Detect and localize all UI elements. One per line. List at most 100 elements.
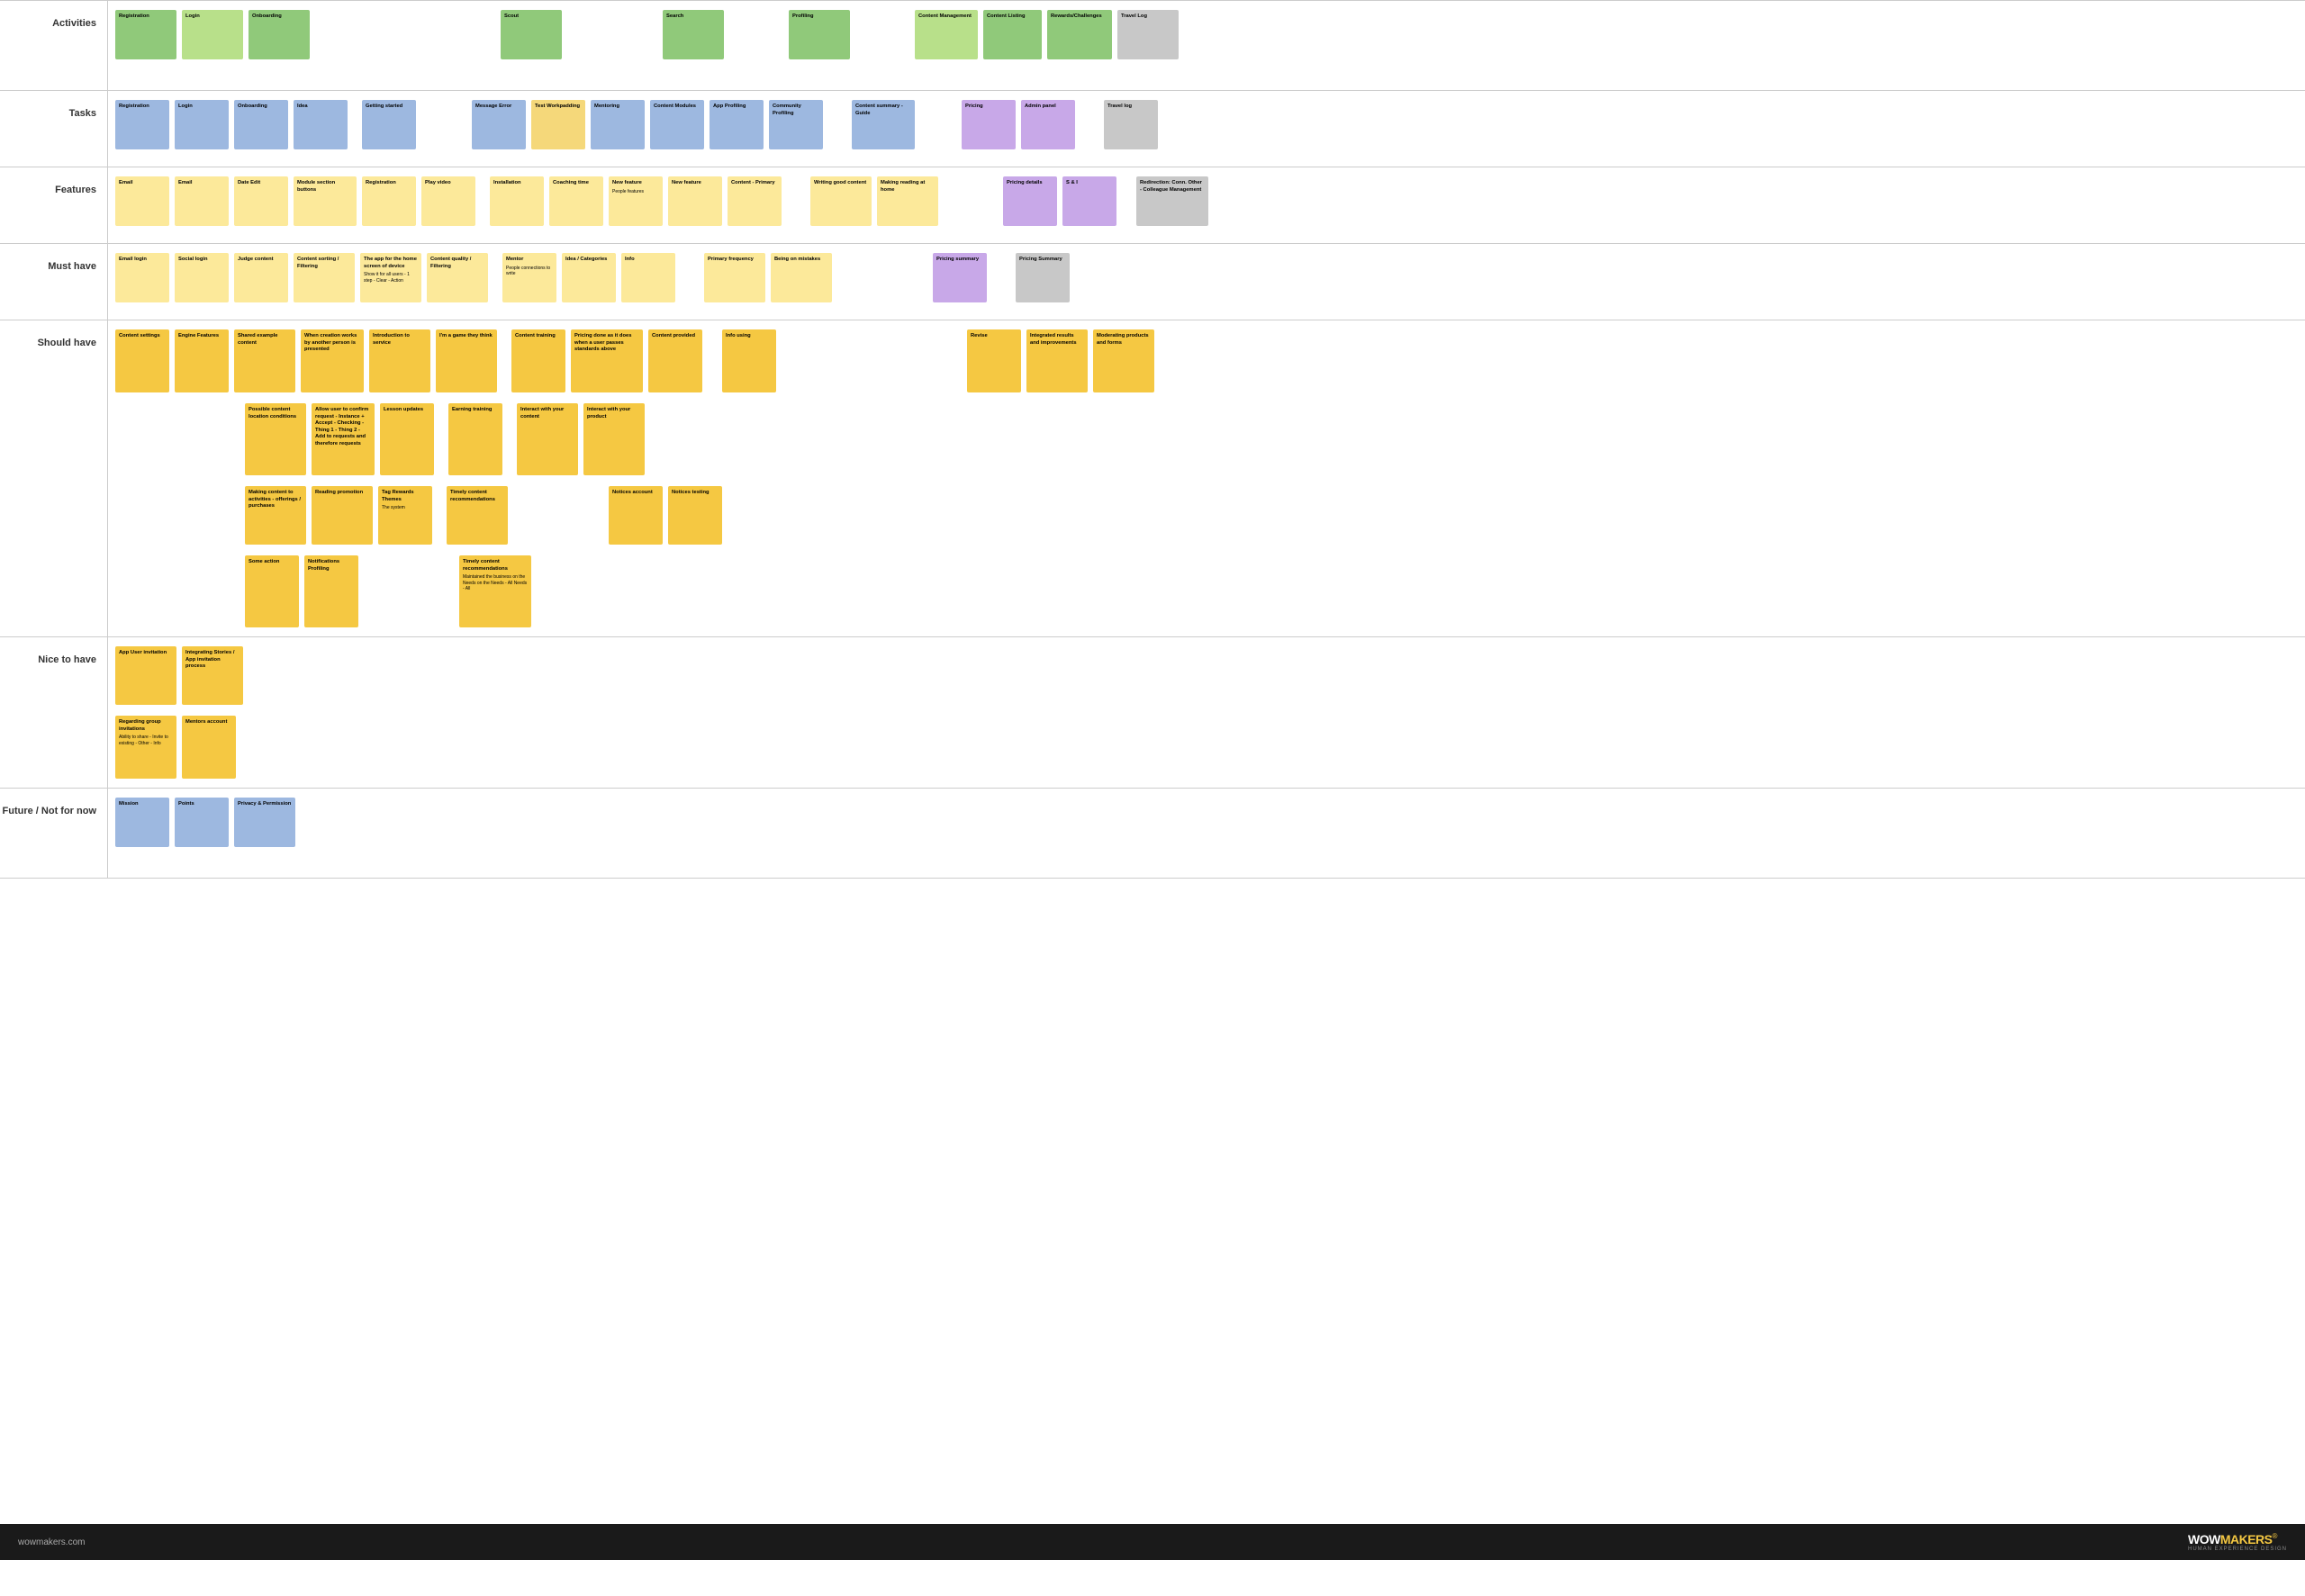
list-item[interactable]: App User invitation — [115, 646, 176, 705]
list-item[interactable]: Scout — [501, 10, 562, 59]
list-item[interactable]: Making reading at home — [877, 176, 938, 226]
row-content-activities: Registration Login Onboarding Scout Sear… — [108, 1, 2305, 90]
list-item[interactable]: When creation works by another person is… — [301, 329, 364, 392]
list-item[interactable]: Shared example content — [234, 329, 295, 392]
list-item[interactable]: Registration — [115, 100, 169, 149]
list-item[interactable]: Writing good content — [810, 176, 872, 226]
list-item[interactable]: Content Listing — [983, 10, 1042, 59]
list-item[interactable]: Content Management — [915, 10, 978, 59]
list-item[interactable]: Allow user to confirm request - Instance… — [312, 403, 375, 475]
list-item[interactable]: Interact with your content — [517, 403, 578, 475]
row-nice-to-have: Nice to have App User invitation Integra… — [0, 637, 2305, 789]
list-item[interactable]: Community Profiling — [769, 100, 823, 149]
row-label-future: Future / Not for now — [0, 789, 108, 878]
list-item[interactable]: Installation — [490, 176, 544, 226]
list-item[interactable]: I'm a game they think — [436, 329, 497, 392]
list-item[interactable]: Info using — [722, 329, 776, 392]
list-item[interactable]: Lesson updates — [380, 403, 434, 475]
list-item[interactable]: Info — [621, 253, 675, 302]
list-item[interactable]: Idea — [294, 100, 348, 149]
list-item[interactable]: Travel Log — [1117, 10, 1179, 59]
row-label-should-have: Should have — [0, 320, 108, 636]
list-item[interactable]: Email — [115, 176, 169, 226]
list-item[interactable]: Onboarding — [249, 10, 310, 59]
list-item[interactable]: Login — [182, 10, 243, 59]
list-item[interactable]: Content summary - Guide — [852, 100, 915, 149]
list-item[interactable]: Reading promotion — [312, 486, 373, 545]
list-item[interactable]: Content quality / Filtering — [427, 253, 488, 302]
list-item[interactable]: The app for the home screen of deviceSho… — [360, 253, 421, 302]
list-item[interactable]: Earning training — [448, 403, 502, 475]
list-item[interactable]: Getting started — [362, 100, 416, 149]
list-item[interactable]: Notices testing — [668, 486, 722, 545]
list-item[interactable]: Integrated results and improvements — [1026, 329, 1088, 392]
list-item[interactable]: Judge content — [234, 253, 288, 302]
list-item[interactable]: Content sorting / Filtering — [294, 253, 355, 302]
list-item[interactable]: Registration — [362, 176, 416, 226]
row-content-features: Email Email Date Edit Module section but… — [108, 167, 2305, 243]
list-item[interactable]: Points — [175, 798, 229, 847]
list-item[interactable]: Test Workpadding — [531, 100, 585, 149]
list-item[interactable]: Timely content recommendations — [447, 486, 508, 545]
list-item[interactable]: Email — [175, 176, 229, 226]
list-item[interactable]: Registration — [115, 10, 176, 59]
list-item[interactable]: Timely content recommendationsMaintained… — [459, 555, 531, 627]
list-item[interactable]: Introduction to service — [369, 329, 430, 392]
list-item[interactable]: Onboarding — [234, 100, 288, 149]
row-content-must-have: Email login Social login Judge content C… — [108, 244, 2305, 320]
row-label-features: Features — [0, 167, 108, 243]
brand-wow: WOW — [2188, 1532, 2220, 1546]
list-item[interactable]: Engine Features — [175, 329, 229, 392]
list-item[interactable]: Being on mistakes — [771, 253, 832, 302]
list-item[interactable]: Admin panel — [1021, 100, 1075, 149]
list-item[interactable]: App Profiling — [710, 100, 764, 149]
list-item[interactable]: Content - Primary — [728, 176, 782, 226]
list-item[interactable]: Pricing Summary — [1016, 253, 1070, 302]
list-item[interactable]: Mission — [115, 798, 169, 847]
list-item[interactable]: Play video — [421, 176, 475, 226]
list-item[interactable]: Email login — [115, 253, 169, 302]
list-item[interactable]: Social login — [175, 253, 229, 302]
list-item[interactable]: Module section buttons — [294, 176, 357, 226]
list-item[interactable]: Mentoring — [591, 100, 645, 149]
list-item[interactable]: Interact with your product — [583, 403, 645, 475]
list-item[interactable]: Integrating Stories / App invitation pro… — [182, 646, 243, 705]
list-item[interactable]: Pricing done as it does when a user pass… — [571, 329, 643, 392]
list-item[interactable]: Content provided — [648, 329, 702, 392]
list-item[interactable]: Notifications Profiling — [304, 555, 358, 627]
list-item[interactable]: Message Error — [472, 100, 526, 149]
list-item[interactable]: Login — [175, 100, 229, 149]
brand-sub: HUMAN EXPERIENCE DESIGN — [2188, 1546, 2287, 1552]
main-container: Activities Registration Login Onboarding… — [0, 0, 2305, 1560]
list-item[interactable]: Travel log — [1104, 100, 1158, 149]
list-item[interactable]: Redirection: Conn. Other - Colleague Man… — [1136, 176, 1208, 226]
list-item[interactable]: Revise — [967, 329, 1021, 392]
row-content-tasks: Registration Login Onboarding Idea Getti… — [108, 91, 2305, 167]
list-item[interactable]: Profiling — [789, 10, 850, 59]
list-item[interactable]: Date Edit — [234, 176, 288, 226]
list-item[interactable]: Moderating products and forms — [1093, 329, 1154, 392]
list-item[interactable]: Content Modules — [650, 100, 704, 149]
list-item[interactable]: Privacy & Permission — [234, 798, 295, 847]
list-item[interactable]: MentorPeople connections to write — [502, 253, 556, 302]
list-item[interactable]: New featurePeople features — [609, 176, 663, 226]
list-item[interactable]: Search — [663, 10, 724, 59]
list-item[interactable]: Some action — [245, 555, 299, 627]
list-item[interactable]: Content training — [511, 329, 565, 392]
list-item[interactable]: Primary frequency — [704, 253, 765, 302]
list-item[interactable]: Content settings — [115, 329, 169, 392]
list-item[interactable]: Pricing — [962, 100, 1016, 149]
list-item[interactable]: Rewards/Challenges — [1047, 10, 1112, 59]
list-item[interactable]: Coaching time — [549, 176, 603, 226]
list-item[interactable]: New feature — [668, 176, 722, 226]
list-item[interactable]: S & I — [1062, 176, 1116, 226]
list-item[interactable]: Regarding group invitationsAbility to sh… — [115, 716, 176, 779]
list-item[interactable]: Tag Rewards ThemesThe system — [378, 486, 432, 545]
list-item[interactable]: Pricing summary — [933, 253, 987, 302]
list-item[interactable]: Possible content location conditions — [245, 403, 306, 475]
list-item[interactable]: Making content to activities - offerings… — [245, 486, 306, 545]
list-item[interactable]: Mentors account — [182, 716, 236, 779]
list-item[interactable]: Pricing details — [1003, 176, 1057, 226]
list-item[interactable]: Notices account — [609, 486, 663, 545]
list-item[interactable]: Idea / Categories — [562, 253, 616, 302]
